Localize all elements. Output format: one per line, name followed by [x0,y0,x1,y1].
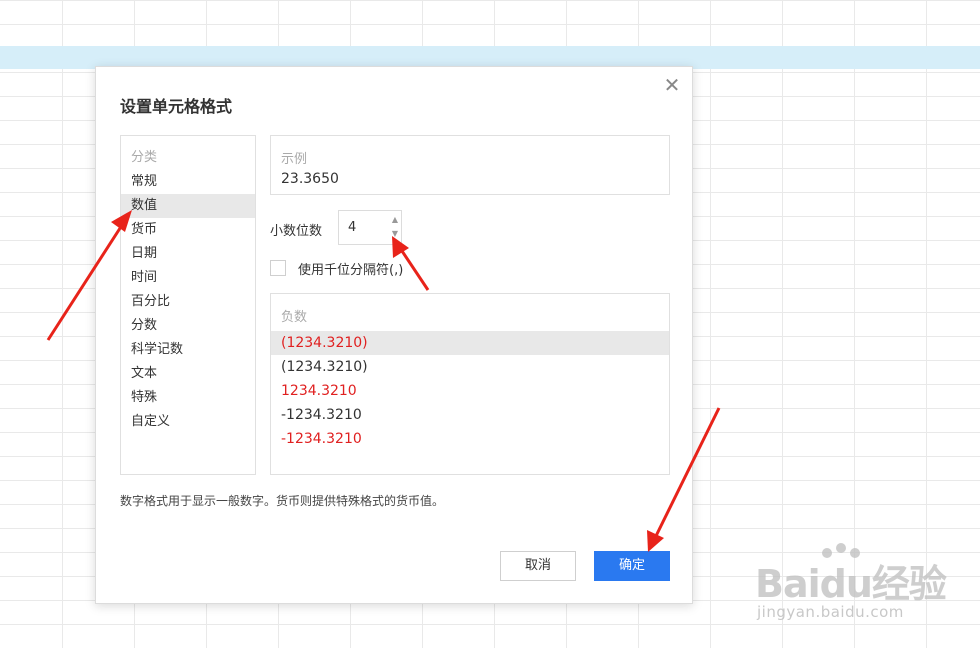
watermark-brand: Baidu经验 [755,562,947,606]
category-item-percentage[interactable]: 百分比 [121,290,255,314]
sample-value: 23.3650 [281,171,339,187]
category-item-text[interactable]: 文本 [121,362,255,386]
spinner: ▲ ▼ [390,213,400,241]
thousands-separator-label: 使用千位分隔符(,) [298,262,404,278]
category-item-time[interactable]: 时间 [121,266,255,290]
decimal-places-value[interactable]: 4 [348,220,356,235]
category-item-scientific[interactable]: 科学记数 [121,338,255,362]
close-icon[interactable]: ✕ [662,75,682,95]
sample-label: 示例 [281,152,308,167]
category-item-custom[interactable]: 自定义 [121,410,255,434]
category-item-number[interactable]: 数值 [121,194,255,218]
spin-up-icon[interactable]: ▲ [390,213,400,227]
dialog-title: 设置单元格格式 [120,97,233,116]
cancel-button[interactable]: 取消 [500,551,576,581]
negative-option[interactable]: 1234.3210 [271,379,669,403]
category-item-currency[interactable]: 货币 [121,218,255,242]
category-item-date[interactable]: 日期 [121,242,255,266]
format-cells-dialog: 设置单元格格式 ✕ 分类 常规 数值 货币 日期 时间 百分比 分数 科学记数 … [95,66,693,604]
format-description: 数字格式用于显示一般数字。货币则提供特殊格式的货币值。 [120,494,445,508]
baidu-watermark: Baidu经验 jingyan.baidu.com [755,543,970,630]
negative-option[interactable]: (1234.3210) [271,355,669,379]
category-list: 分类 常规 数值 货币 日期 时间 百分比 分数 科学记数 文本 特殊 自定义 [120,135,256,475]
decimal-places-label: 小数位数 [270,224,323,239]
negative-option[interactable]: -1234.3210 [271,403,669,427]
negative-option[interactable]: -1234.3210 [271,427,669,451]
sample-preview: 示例 23.3650 [270,135,670,195]
thousands-separator-checkbox[interactable] [270,260,286,276]
category-item-fraction[interactable]: 分数 [121,314,255,338]
thousands-separator-row: 使用千位分隔符(,) [270,259,404,278]
category-item-special[interactable]: 特殊 [121,386,255,410]
spin-down-icon[interactable]: ▼ [390,227,400,241]
decimal-places-stepper[interactable]: 4 ▲ ▼ [338,210,402,245]
category-header: 分类 [131,150,158,165]
category-item-general[interactable]: 常规 [121,170,255,194]
watermark-url: jingyan.baidu.com [757,603,904,621]
negative-option[interactable]: (1234.3210) [271,331,669,355]
ok-button[interactable]: 确定 [594,551,670,581]
negative-number-list: 负数 (1234.3210) (1234.3210) 1234.3210 -12… [270,293,670,475]
negative-header: 负数 [281,310,308,325]
